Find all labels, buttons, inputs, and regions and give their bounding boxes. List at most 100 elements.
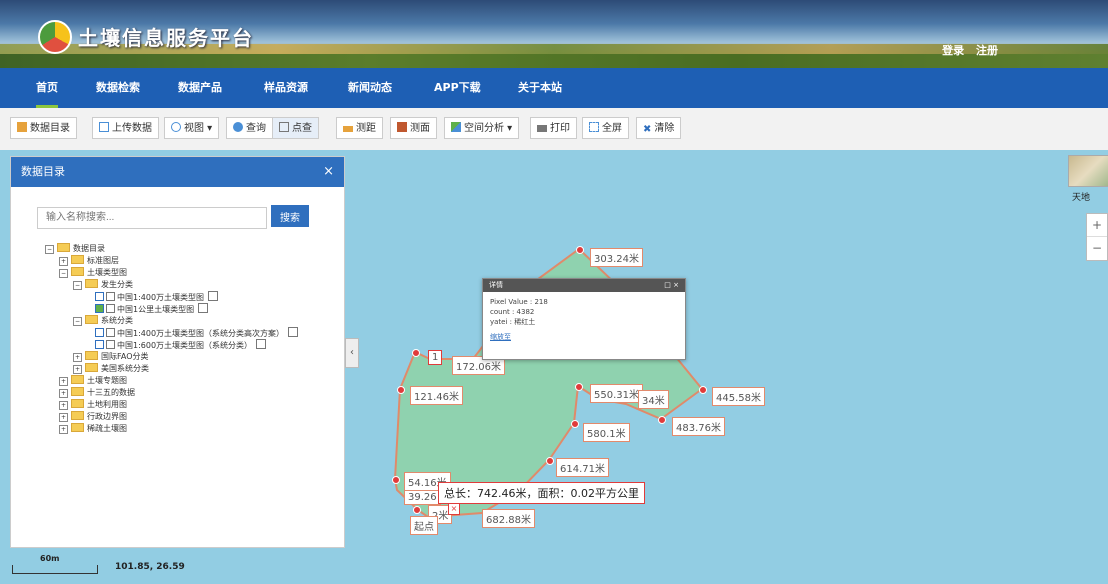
- folder-icon: [71, 375, 84, 384]
- expand-toggle-icon[interactable]: +: [73, 353, 82, 362]
- vertex-marker[interactable]: [397, 386, 405, 394]
- zoom-out-button[interactable]: −: [1087, 236, 1107, 259]
- vertex-marker[interactable]: [699, 386, 707, 394]
- legend-icon[interactable]: [288, 327, 299, 337]
- layer-checkbox[interactable]: [95, 328, 104, 337]
- legend-icon[interactable]: [208, 291, 219, 301]
- collapse-toggle-icon[interactable]: −: [73, 281, 82, 290]
- layer-icon: [106, 328, 115, 337]
- expand-toggle-icon[interactable]: +: [59, 413, 68, 422]
- collapse-toggle-icon[interactable]: −: [59, 269, 68, 278]
- layer-icon: [106, 304, 115, 313]
- layer-icon: [106, 292, 115, 301]
- measure-close-icon[interactable]: ×: [448, 503, 460, 515]
- feature-info-popup: 详情 □ × Pixel Value : 218 count : 4382 ya…: [482, 278, 686, 360]
- catalog-search: 搜索: [37, 205, 309, 229]
- vertex-marker[interactable]: [392, 476, 400, 484]
- zoom-control: + −: [1086, 213, 1108, 261]
- segment-length-label: 303.24米: [590, 248, 643, 267]
- zoom-in-button[interactable]: +: [1087, 214, 1107, 236]
- expand-toggle-icon[interactable]: +: [59, 389, 68, 398]
- vertex-marker[interactable]: [575, 383, 583, 391]
- tree-node[interactable]: + 美国系统分类: [73, 363, 149, 374]
- measure-total-label: 总长：742.46米，面积：0.02平方公里: [438, 482, 645, 504]
- legend-icon[interactable]: [198, 303, 209, 313]
- tree-node[interactable]: − 发生分类: [73, 279, 133, 290]
- segment-length-label: 580.1米: [583, 423, 630, 442]
- popup-zoom-link[interactable]: 缩放至: [490, 333, 511, 341]
- scale-bar: [12, 565, 98, 574]
- segment-length-label: 445.58米: [712, 387, 765, 406]
- popup-header: 详情 □ ×: [483, 279, 685, 292]
- segment-length-label: 550.31米: [590, 384, 643, 403]
- folder-icon: [71, 399, 84, 408]
- tree-leaf-layer[interactable]: 中国1:600万土壤类型图（系统分类）: [95, 339, 267, 350]
- basemap-switch-label[interactable]: 天地: [1072, 190, 1090, 203]
- layer-checkbox[interactable]: [95, 340, 104, 349]
- tree-node[interactable]: + 稀疏土壤图: [59, 423, 127, 434]
- layer-checkbox[interactable]: [95, 292, 104, 301]
- legend-icon[interactable]: [256, 339, 267, 349]
- folder-icon: [71, 255, 84, 264]
- segment-length-label: 121.46米: [410, 386, 463, 405]
- folder-icon: [71, 267, 84, 276]
- vertex-marker[interactable]: [658, 416, 666, 424]
- catalog-panel-header: 数据目录 ×: [11, 157, 344, 187]
- tree-node[interactable]: + 十三五的数据: [59, 387, 135, 398]
- popup-body: Pixel Value : 218 count : 4382 yatei : 稀…: [483, 292, 685, 347]
- cursor-coordinates: 101.85, 26.59: [115, 562, 185, 572]
- popup-pixel-value: Pixel Value : 218: [490, 298, 548, 306]
- expand-toggle-icon[interactable]: +: [59, 257, 68, 266]
- collapse-toggle-icon[interactable]: −: [45, 245, 54, 254]
- tree-node[interactable]: + 国际FAO分类: [73, 351, 149, 362]
- segment-length-label: 34米: [638, 390, 669, 409]
- tree-leaf-layer[interactable]: 中国1:400万土壤类型图（系统分类高次方案）: [95, 327, 299, 338]
- expand-toggle-icon[interactable]: +: [59, 425, 68, 434]
- segment-length-label: 682.88米: [482, 509, 535, 528]
- tree-node[interactable]: − 数据目录: [45, 243, 105, 254]
- folder-icon: [71, 387, 84, 396]
- vertex-marker[interactable]: [571, 420, 579, 428]
- catalog-panel: 数据目录 × 搜索 −数据目录 +标准图层 −土壤类型图 −发生分类 中国1:4…: [10, 156, 345, 548]
- folder-icon: [71, 423, 84, 432]
- vertex-marker[interactable]: [412, 349, 420, 357]
- tree-node[interactable]: − 土壤类型图: [59, 267, 127, 278]
- basemap-switch-thumbnail[interactable]: [1068, 155, 1108, 187]
- expand-toggle-icon[interactable]: +: [59, 377, 68, 386]
- segment-length-label-partial: 1: [428, 350, 443, 365]
- segment-length-label: 614.71米: [556, 458, 609, 477]
- tree-node[interactable]: + 行政边界图: [59, 411, 127, 422]
- folder-icon: [85, 363, 98, 372]
- panel-collapse-handle[interactable]: ‹: [345, 338, 359, 368]
- folder-icon: [85, 315, 98, 324]
- tree-node[interactable]: + 标准图层: [59, 255, 119, 266]
- popup-maximize-icon[interactable]: □ ×: [664, 279, 679, 292]
- tree-node[interactable]: + 土壤专题图: [59, 375, 127, 386]
- segment-length-label: 39.26: [404, 490, 441, 505]
- folder-icon: [57, 243, 70, 252]
- segment-length-label: 483.76米: [672, 417, 725, 436]
- vertex-marker[interactable]: [546, 457, 554, 465]
- vertex-marker[interactable]: [576, 246, 584, 254]
- folder-icon: [85, 279, 98, 288]
- layer-icon: [106, 340, 115, 349]
- scale-bar-label: 60m: [40, 554, 60, 563]
- tree-node[interactable]: + 土地利用图: [59, 399, 127, 410]
- layer-checkbox-checked[interactable]: [95, 304, 104, 313]
- catalog-panel-title: 数据目录: [21, 165, 65, 178]
- close-icon[interactable]: ×: [323, 157, 334, 187]
- catalog-search-button[interactable]: 搜索: [271, 205, 309, 227]
- expand-toggle-icon[interactable]: +: [73, 365, 82, 374]
- folder-icon: [85, 351, 98, 360]
- folder-icon: [71, 411, 84, 420]
- catalog-search-input[interactable]: [37, 206, 267, 229]
- start-point-label: 起点: [410, 516, 438, 535]
- vertex-marker[interactable]: [413, 506, 421, 514]
- tree-leaf-layer[interactable]: 中国1公里土壤类型图: [95, 303, 209, 314]
- collapse-toggle-icon[interactable]: −: [73, 317, 82, 326]
- tree-leaf-layer[interactable]: 中国1:400万土壤类型图: [95, 291, 219, 302]
- tree-node[interactable]: − 系统分类: [73, 315, 133, 326]
- expand-toggle-icon[interactable]: +: [59, 401, 68, 410]
- popup-count: count : 4382: [490, 308, 535, 316]
- popup-title: 详情: [489, 281, 503, 289]
